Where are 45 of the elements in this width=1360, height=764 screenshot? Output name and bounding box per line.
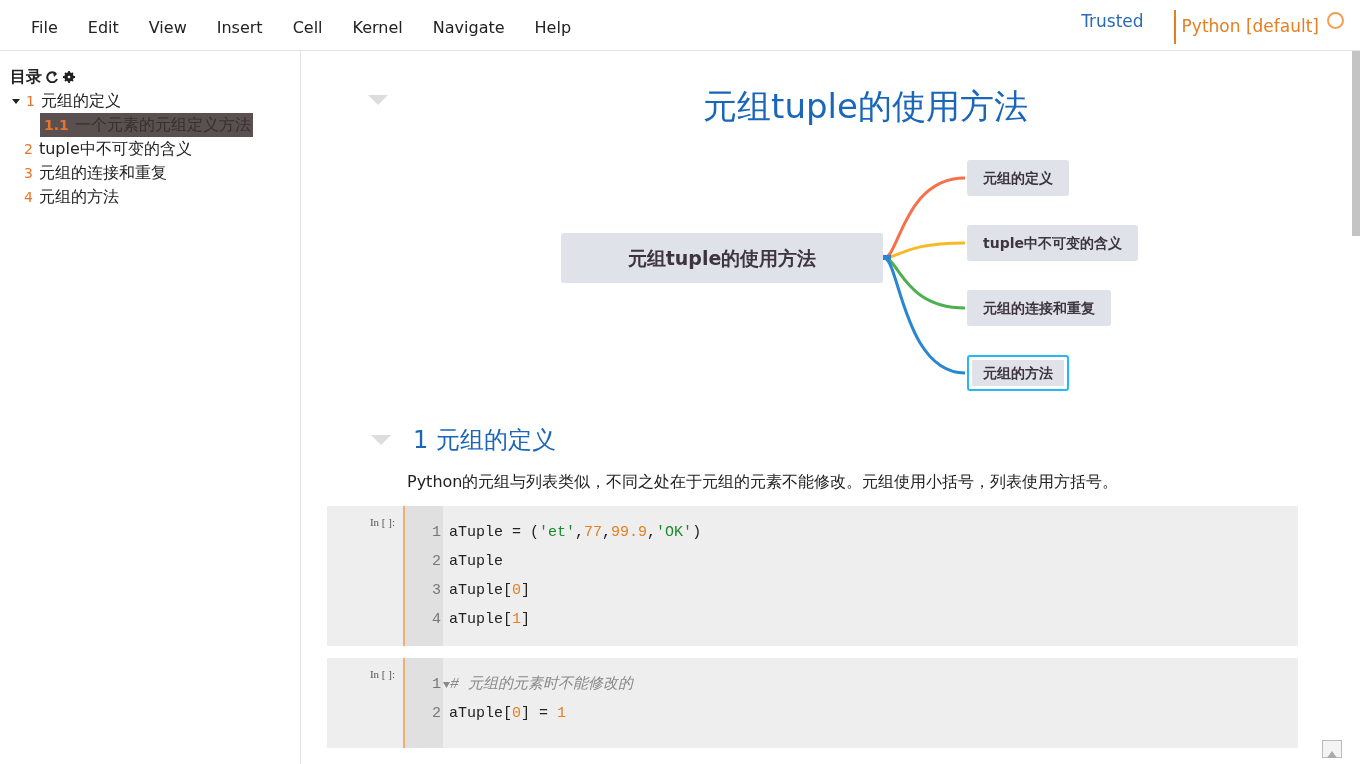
- menu-item[interactable]: Cell: [277, 16, 338, 40]
- toc-link[interactable]: 4 元组的方法: [24, 185, 119, 209]
- mindmap-node: 元组的连接和重复: [967, 290, 1111, 326]
- line-number: 4: [431, 610, 441, 630]
- fold-icon[interactable]: [443, 681, 450, 688]
- code-cell[interactable]: In [ ]: 1 2 3 4 aTuple = ('et',77,99.9,'OK') aTuple aTuple[0] aTuple[1]: [327, 506, 1298, 646]
- mindmap-node: 元组的方法: [967, 355, 1069, 391]
- toc-link[interactable]: 1 元组的定义: [26, 89, 121, 113]
- line-number: 1: [431, 675, 441, 695]
- trusted-indicator[interactable]: Trusted: [1075, 8, 1150, 36]
- paragraph: Python的元组与列表类似，不同之处在于元组的元素不能修改。元组使用小括号，列表使用方括号。: [407, 471, 1120, 493]
- line-number: 3: [431, 581, 441, 601]
- mindmap-root-node: 元组tuple的使用方法: [561, 233, 883, 283]
- menu-item[interactable]: Edit: [72, 16, 134, 40]
- menu-item[interactable]: File: [16, 16, 73, 40]
- code-line: aTuple[0] = 1: [449, 704, 568, 724]
- menu-item[interactable]: Insert: [201, 16, 278, 40]
- menu-item[interactable]: Kernel: [337, 16, 418, 40]
- toc-link[interactable]: 2 tuple中不可变的含义: [24, 137, 192, 161]
- code-line: aTuple = ('et',77,99.9,'OK'): [449, 523, 703, 543]
- mindmap-node: tuple中不可变的含义: [967, 225, 1138, 261]
- menu-item[interactable]: View: [133, 16, 202, 40]
- section-number: 1: [413, 425, 429, 456]
- mindmap-node: 元组的定义: [967, 160, 1069, 196]
- line-number: 2: [431, 704, 441, 724]
- code-line: aTuple: [449, 552, 504, 572]
- collapse-icon[interactable]: [368, 95, 388, 105]
- section-heading: 元组的定义: [436, 425, 557, 456]
- collapse-icon[interactable]: [371, 435, 391, 445]
- scroll-top-icon[interactable]: [1322, 740, 1342, 758]
- root-connector: [883, 255, 891, 260]
- toc-title: 目录: [10, 66, 42, 88]
- line-number: 2: [431, 552, 441, 572]
- refresh-settings-icon[interactable]: [46, 71, 76, 83]
- menu-item[interactable]: Navigate: [417, 16, 520, 40]
- notebook-title: 元组tuple的使用方法: [703, 85, 1028, 128]
- caret-icon[interactable]: [12, 97, 20, 105]
- scrollbar-thumb[interactable]: [1352, 51, 1360, 236]
- menu-item[interactable]: Help: [519, 16, 587, 40]
- code-line: # 元组的元素时不能修改的: [450, 674, 633, 695]
- toc-link[interactable]: 3 元组的连接和重复: [24, 161, 167, 185]
- code-cell[interactable]: In [ ]: 1 2 # 元组的元素时不能修改的 aTuple[0] = 1: [327, 658, 1298, 748]
- code-line: aTuple[1]: [449, 610, 532, 630]
- line-number: 1: [431, 523, 441, 543]
- code-line: aTuple[0]: [449, 581, 532, 601]
